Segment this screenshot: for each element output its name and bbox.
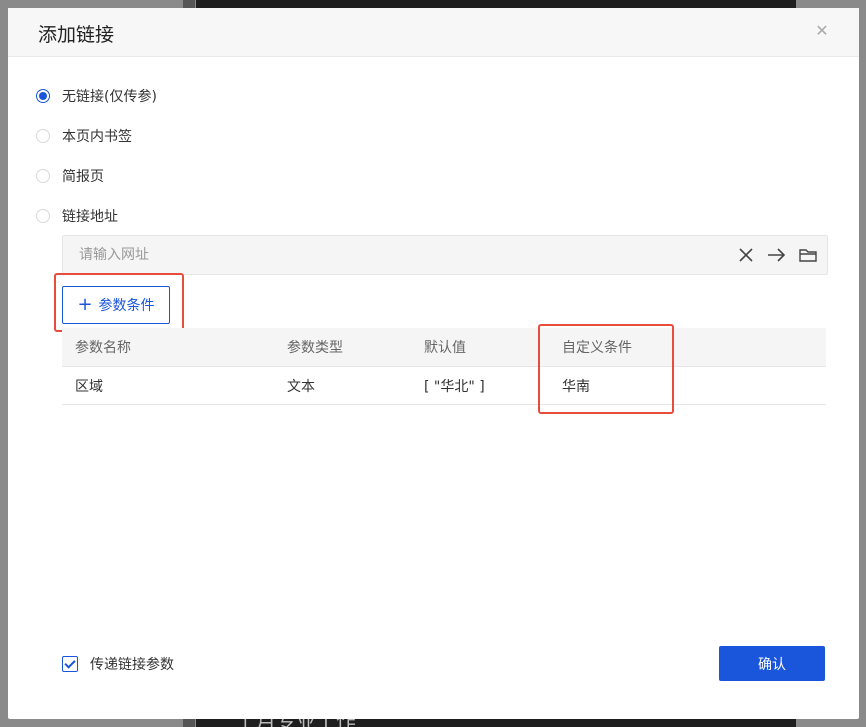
radio-button[interactable] [36,129,50,143]
header-param-name: 参数名称 [75,340,131,356]
cell-default-value: [ "华北" ] [424,378,485,395]
cell-custom-condition[interactable]: 华南 [562,376,762,396]
header-param-type: 参数类型 [287,340,343,356]
table-header: 参数名称 参数类型 默认值 自定义条件 [62,328,826,367]
radio-label: 链接地址 [62,209,118,225]
param-table: 参数名称 参数类型 默认值 自定义条件 区域 文本 [ "华北" ] 华南 [62,328,826,405]
url-field [62,235,828,275]
radio-button[interactable] [36,209,50,223]
radio-briefing-page[interactable]: 简报页 [36,165,104,187]
radio-label: 本页内书签 [62,129,132,145]
table-row[interactable]: 区域 文本 [ "华北" ] 华南 [62,367,826,405]
clear-icon[interactable] [735,244,757,266]
radio-bookmark[interactable]: 本页内书签 [36,125,132,147]
radio-button[interactable] [36,89,50,103]
add-link-dialog: 添加链接 ✕ 无链接(仅传参) 本页内书签 简报页 链接地址 + 参数条件 [8,8,859,719]
radio-label: 简报页 [62,169,104,185]
checkbox[interactable] [62,656,78,672]
radio-link-url[interactable]: 链接地址 [36,205,118,227]
cell-param-name: 区域 [75,378,103,395]
backdrop-top [196,0,796,8]
pass-params-checkbox-row[interactable]: 传递链接参数 [62,654,174,674]
cell-param-type: 文本 [287,378,315,395]
add-param-button[interactable]: + 参数条件 [62,286,170,324]
dialog-header: 添加链接 ✕ [8,8,859,57]
close-icon[interactable]: ✕ [813,22,831,40]
url-input[interactable] [77,244,681,266]
radio-label: 无链接(仅传参) [62,89,157,105]
radio-button[interactable] [36,169,50,183]
dialog-title: 添加链接 [38,24,115,46]
header-custom-condition: 自定义条件 [562,340,632,356]
pass-params-label: 传递链接参数 [90,657,174,673]
header-default-value: 默认值 [424,340,466,356]
folder-icon[interactable] [797,244,819,266]
add-param-label: 参数条件 [98,298,155,314]
plus-icon: + [77,294,93,315]
go-arrow-icon[interactable] [765,244,787,266]
confirm-button[interactable]: 确认 [719,646,825,681]
radio-no-link[interactable]: 无链接(仅传参) [36,85,157,107]
